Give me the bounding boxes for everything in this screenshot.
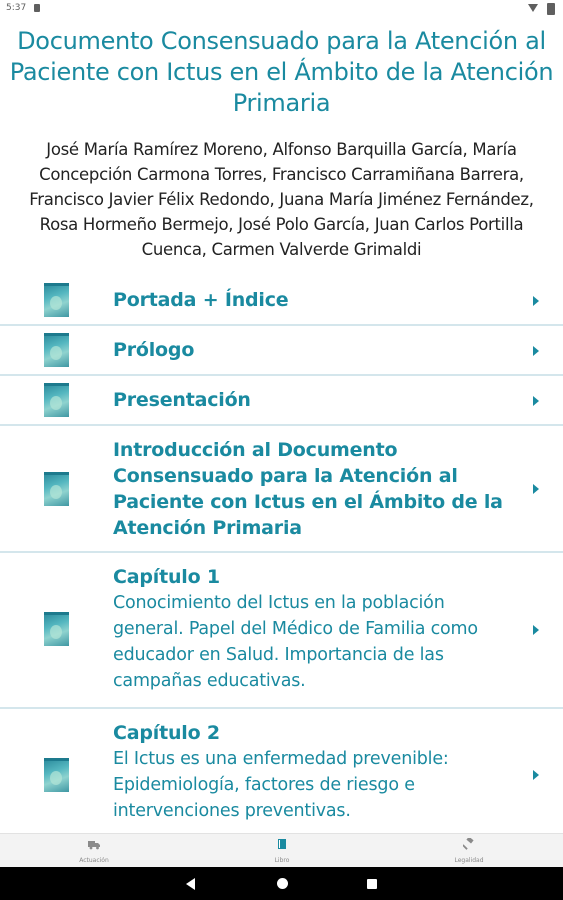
chevron-right-icon [533, 346, 539, 356]
chapter-text: Prólogo [113, 337, 519, 363]
status-time: 5:37 [6, 3, 27, 13]
nav-item-actuacion[interactable]: Actuación [34, 834, 154, 868]
chapter-item-prologo[interactable]: Prólogo [0, 326, 563, 376]
battery-icon [547, 3, 555, 15]
book-cover-thumbnail [44, 283, 69, 317]
chapter-title: Capítulo 2 [113, 722, 220, 744]
chapter-subtitle: El Ictus es una enfermedad prevenible: E… [113, 749, 449, 821]
book-cover-thumbnail [44, 333, 69, 367]
chapter-item-introduccion[interactable]: Introducción al Documento Consensuado pa… [0, 426, 563, 553]
chevron-right-icon [533, 396, 539, 406]
book-cover-thumbnail [44, 472, 69, 506]
chevron-right-icon [533, 770, 539, 780]
home-icon[interactable] [277, 878, 288, 889]
status-bar: 5:37 [0, 0, 563, 18]
chapter-title: Capítulo 1 [113, 566, 220, 588]
book-cover-thumbnail [44, 383, 69, 417]
nav-item-libro[interactable]: Libro [222, 834, 342, 868]
book-cover-thumbnail [44, 758, 69, 792]
chevron-right-icon [533, 625, 539, 635]
chapter-list: Portada + Índice Prólogo Presentación In… [0, 276, 563, 839]
gavel-icon [463, 838, 474, 850]
chapter-item-capitulo-1[interactable]: Capítulo 1 Conocimiento del Ictus en la … [0, 553, 563, 709]
chapter-title: Introducción al Documento Consensuado pa… [113, 439, 503, 539]
chapter-item-capitulo-2[interactable]: Capítulo 2 El Ictus es una enfermedad pr… [0, 709, 563, 839]
chevron-right-icon [533, 484, 539, 494]
nav-label: Legalidad [454, 857, 484, 864]
chapter-text: Introducción al Documento Consensuado pa… [113, 437, 519, 541]
chapter-text: Capítulo 2 El Ictus es una enfermedad pr… [113, 720, 519, 824]
book-authors: José María Ramírez Moreno, Alfonso Barqu… [29, 140, 534, 259]
chapter-subtitle: Conocimiento del Ictus en la población g… [113, 593, 478, 691]
bottom-navigation: Actuación Libro Legalidad [0, 833, 563, 868]
system-navigation-bar [0, 867, 563, 900]
back-icon[interactable] [186, 878, 195, 890]
nav-label: Actuación [79, 857, 109, 864]
chapter-title: Presentación [113, 389, 251, 411]
chapter-title: Portada + Índice [113, 289, 289, 311]
chapter-text: Capítulo 1 Conocimiento del Ictus en la … [113, 564, 519, 694]
sd-card-icon [34, 4, 40, 12]
chapter-item-presentacion[interactable]: Presentación [0, 376, 563, 426]
book-cover-thumbnail [44, 612, 69, 646]
chevron-right-icon [533, 296, 539, 306]
book-title: Documento Consensuado para la Atención a… [9, 27, 554, 117]
nav-item-legalidad[interactable]: Legalidad [409, 834, 529, 868]
ambulance-icon [88, 841, 100, 850]
chapter-item-portada[interactable]: Portada + Índice [0, 276, 563, 326]
chapter-title: Prólogo [113, 339, 195, 361]
nav-label: Libro [274, 857, 290, 864]
chapter-text: Presentación [113, 387, 519, 413]
recent-apps-icon[interactable] [367, 879, 377, 889]
book-icon [278, 839, 286, 849]
chapter-text: Portada + Índice [113, 287, 519, 313]
wifi-icon [528, 4, 538, 12]
